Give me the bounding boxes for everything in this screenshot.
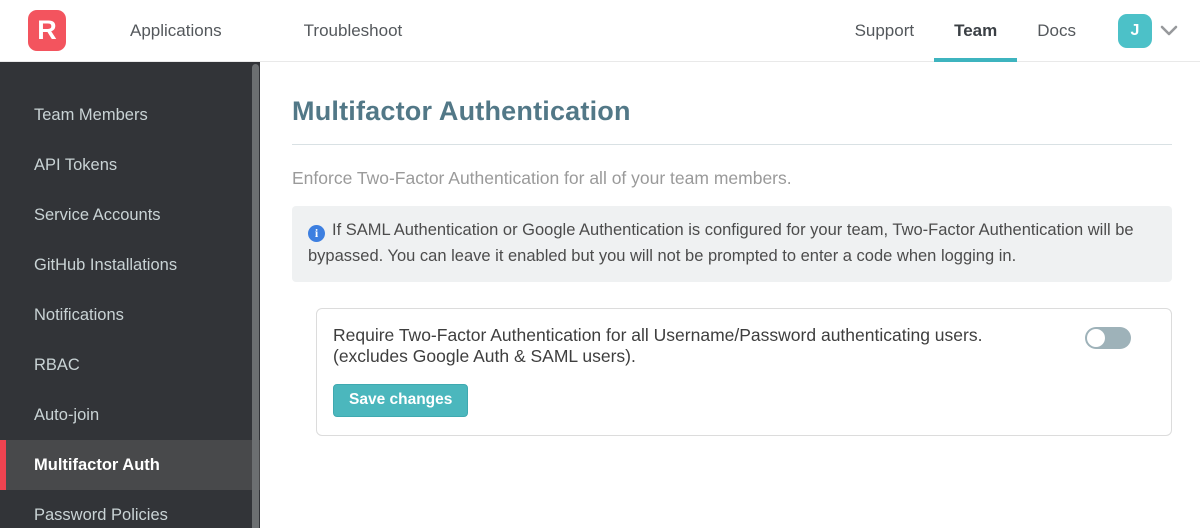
primary-nav: Applications Troubleshoot: [110, 0, 422, 62]
sidebar-item-api-tokens[interactable]: API Tokens: [0, 140, 260, 190]
info-note-text: If SAML Authentication or Google Authent…: [308, 221, 1134, 265]
nav-applications[interactable]: Applications: [110, 0, 242, 62]
sidebar-item-notifications[interactable]: Notifications: [0, 290, 260, 340]
secondary-nav: Support Team Docs J: [835, 0, 1178, 62]
info-icon: i: [308, 224, 325, 242]
page-description: Enforce Two-Factor Authentication for al…: [292, 168, 792, 188]
chevron-down-icon[interactable]: [1160, 25, 1178, 36]
nav-docs[interactable]: Docs: [1017, 0, 1096, 62]
team-settings-sidebar: Team Members API Tokens Service Accounts…: [0, 62, 260, 528]
mfa-toggle[interactable]: [1085, 327, 1131, 350]
mfa-setting-label: Require Two-Factor Authentication for al…: [333, 325, 1061, 368]
sidebar-item-auto-join[interactable]: Auto-join: [0, 390, 260, 440]
sidebar-item-rbac[interactable]: RBAC: [0, 340, 260, 390]
mfa-setting-label-line1: Require Two-Factor Authentication for al…: [333, 325, 983, 346]
nav-team[interactable]: Team: [934, 0, 1018, 62]
page-title: Multifactor Authentication: [292, 96, 631, 126]
mfa-toggle-knob: [1087, 329, 1105, 348]
top-nav-bar: R Applications Troubleshoot Support Team…: [0, 0, 1200, 62]
save-changes-button[interactable]: Save changes: [333, 383, 469, 417]
info-note: i If SAML Authentication or Google Authen…: [292, 206, 1172, 283]
nav-support[interactable]: Support: [835, 0, 935, 62]
sidebar-scrollbar-thumb[interactable]: [252, 64, 259, 528]
title-divider: [292, 144, 1172, 145]
main-content: Multifactor Authentication Enforce Two-F…: [260, 62, 1200, 528]
avatar[interactable]: J: [1118, 13, 1152, 48]
sidebar-item-multifactor-auth[interactable]: Multifactor Auth: [0, 440, 260, 490]
nav-troubleshoot[interactable]: Troubleshoot: [284, 0, 423, 62]
rollbar-logo[interactable]: R: [28, 10, 66, 51]
mfa-setting-card: Require Two-Factor Authentication for al…: [316, 308, 1172, 436]
mfa-setting-label-line2: (excludes Google Auth & SAML users).: [333, 346, 636, 367]
sidebar-item-service-accounts[interactable]: Service Accounts: [0, 190, 260, 240]
sidebar-item-team-members[interactable]: Team Members: [0, 90, 260, 140]
sidebar-item-password-policies[interactable]: Password Policies: [0, 490, 260, 528]
sidebar-item-github-installations[interactable]: GitHub Installations: [0, 240, 260, 290]
